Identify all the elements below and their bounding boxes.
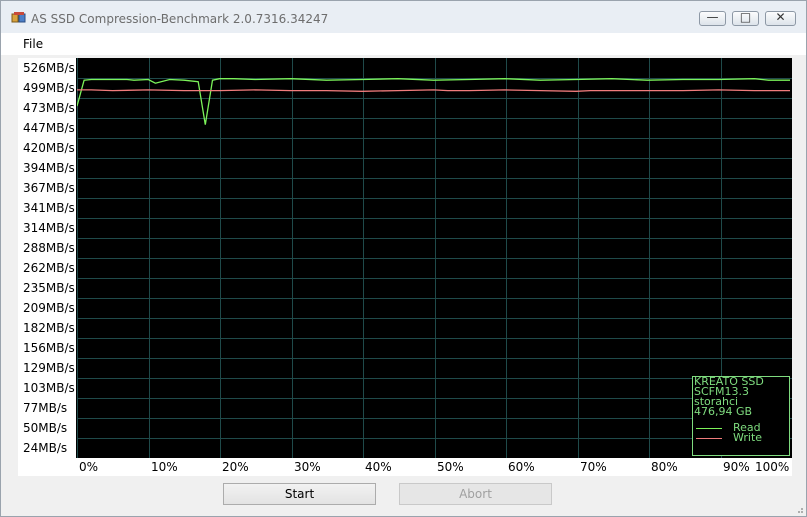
menu-bar: File xyxy=(1,33,806,55)
minimize-button[interactable]: — xyxy=(699,10,726,26)
y-tick-label: 209MB/s xyxy=(23,301,75,315)
y-tick-label: 314MB/s xyxy=(23,221,75,235)
y-tick-label: 129MB/s xyxy=(23,361,75,375)
menu-file[interactable]: File xyxy=(23,37,43,51)
abort-button[interactable]: Abort xyxy=(399,483,552,505)
legend-read-swatch xyxy=(696,428,722,429)
y-tick-label: 24MB/s xyxy=(23,441,68,455)
y-tick-label: 394MB/s xyxy=(23,161,75,175)
y-tick-label: 499MB/s xyxy=(23,81,75,95)
series-line-write xyxy=(77,89,790,92)
y-tick-label: 288MB/s xyxy=(23,241,75,255)
y-tick-label: 526MB/s xyxy=(23,61,75,75)
x-tick-label: 10% xyxy=(151,460,178,474)
close-button[interactable]: ✕ xyxy=(765,10,796,26)
y-tick-label: 103MB/s xyxy=(23,381,75,395)
title-bar[interactable]: AS SSD Compression-Benchmark 2.0.7316.34… xyxy=(1,1,806,33)
resize-grip-icon[interactable] xyxy=(794,504,804,514)
close-icon: ✕ xyxy=(775,10,786,24)
y-tick-label: 182MB/s xyxy=(23,321,75,335)
x-tick-label: 30% xyxy=(294,460,321,474)
maximize-icon: □ xyxy=(739,10,752,24)
y-tick-label: 341MB/s xyxy=(23,201,75,215)
minimize-icon: — xyxy=(706,10,719,24)
app-icon xyxy=(11,12,26,23)
start-button[interactable]: Start xyxy=(223,483,376,505)
window-title: AS SSD Compression-Benchmark 2.0.7316.34… xyxy=(31,12,329,26)
x-tick-label: 100% xyxy=(755,460,790,474)
maximize-button[interactable]: □ xyxy=(732,10,759,26)
x-tick-label: 0% xyxy=(79,460,99,474)
y-tick-label: 50MB/s xyxy=(23,421,68,435)
benchmark-chart xyxy=(77,58,792,458)
legend-capacity: 476,94 GB xyxy=(694,405,753,418)
y-tick-label: 473MB/s xyxy=(23,101,75,115)
x-tick-label: 60% xyxy=(508,460,535,474)
chart-legend: KREATO SSD SCFM13.3 storahci 476,94 GB R… xyxy=(692,376,790,456)
y-tick-label: 235MB/s xyxy=(23,281,75,295)
y-tick-label: 420MB/s xyxy=(23,141,75,155)
legend-write-swatch xyxy=(696,438,722,439)
y-tick-label: 447MB/s xyxy=(23,121,75,135)
x-tick-label: 40% xyxy=(365,460,392,474)
x-tick-label: 50% xyxy=(437,460,464,474)
legend-write-row: Write xyxy=(693,431,789,444)
y-tick-label: 156MB/s xyxy=(23,341,75,355)
x-tick-label: 90% xyxy=(723,460,750,474)
y-tick-label: 262MB/s xyxy=(23,261,75,275)
x-tick-label: 20% xyxy=(222,460,249,474)
x-tick-label: 80% xyxy=(651,460,678,474)
series-line-read xyxy=(77,78,790,125)
y-axis-labels: 526MB/s 499MB/s 473MB/s 447MB/s 420MB/s 394MB… xyxy=(18,58,76,458)
y-tick-label: 77MB/s xyxy=(23,401,68,415)
y-tick-label: 367MB/s xyxy=(23,181,75,195)
x-tick-label: 70% xyxy=(580,460,607,474)
legend-write-label: Write xyxy=(733,431,763,444)
